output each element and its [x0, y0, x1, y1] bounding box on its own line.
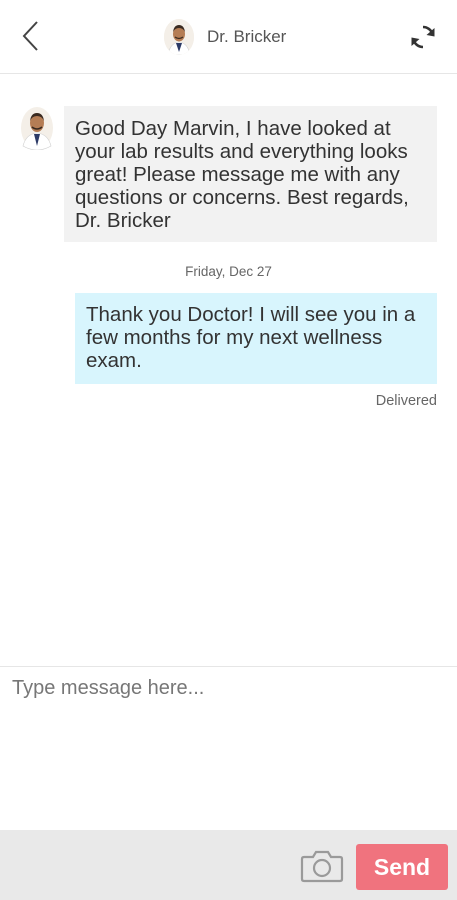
composer-toolbar: Send	[0, 830, 457, 900]
refresh-icon	[411, 25, 435, 49]
message-input[interactable]	[0, 667, 457, 831]
back-button[interactable]	[16, 18, 46, 54]
date-separator-text: Friday, Dec 27	[185, 264, 272, 279]
avatar	[164, 19, 194, 55]
delivery-status: Delivered	[375, 393, 437, 409]
outgoing-message: Thank you Doctor! I will see you in a fe…	[75, 293, 437, 384]
doctor-avatar-icon	[164, 19, 194, 55]
camera-button[interactable]	[300, 848, 344, 884]
refresh-button[interactable]	[406, 20, 440, 54]
contact-info[interactable]: Dr. Bricker	[164, 18, 286, 56]
message-avatar	[20, 106, 54, 151]
chat-title: Dr. Bricker	[207, 27, 287, 46]
camera-icon	[300, 850, 344, 883]
doctor-avatar-icon	[21, 107, 53, 151]
chat-header: Dr. Bricker	[0, 0, 457, 74]
send-button[interactable]: Send	[356, 844, 448, 890]
message-composer	[0, 666, 457, 831]
date-separator: Friday, Dec 27	[0, 264, 457, 279]
incoming-message: Good Day Marvin, I have looked at your l…	[64, 106, 437, 242]
chevron-left-icon	[22, 21, 38, 51]
chat-screen: Dr. Bricker Good Day Marvin, I have look…	[0, 0, 457, 900]
